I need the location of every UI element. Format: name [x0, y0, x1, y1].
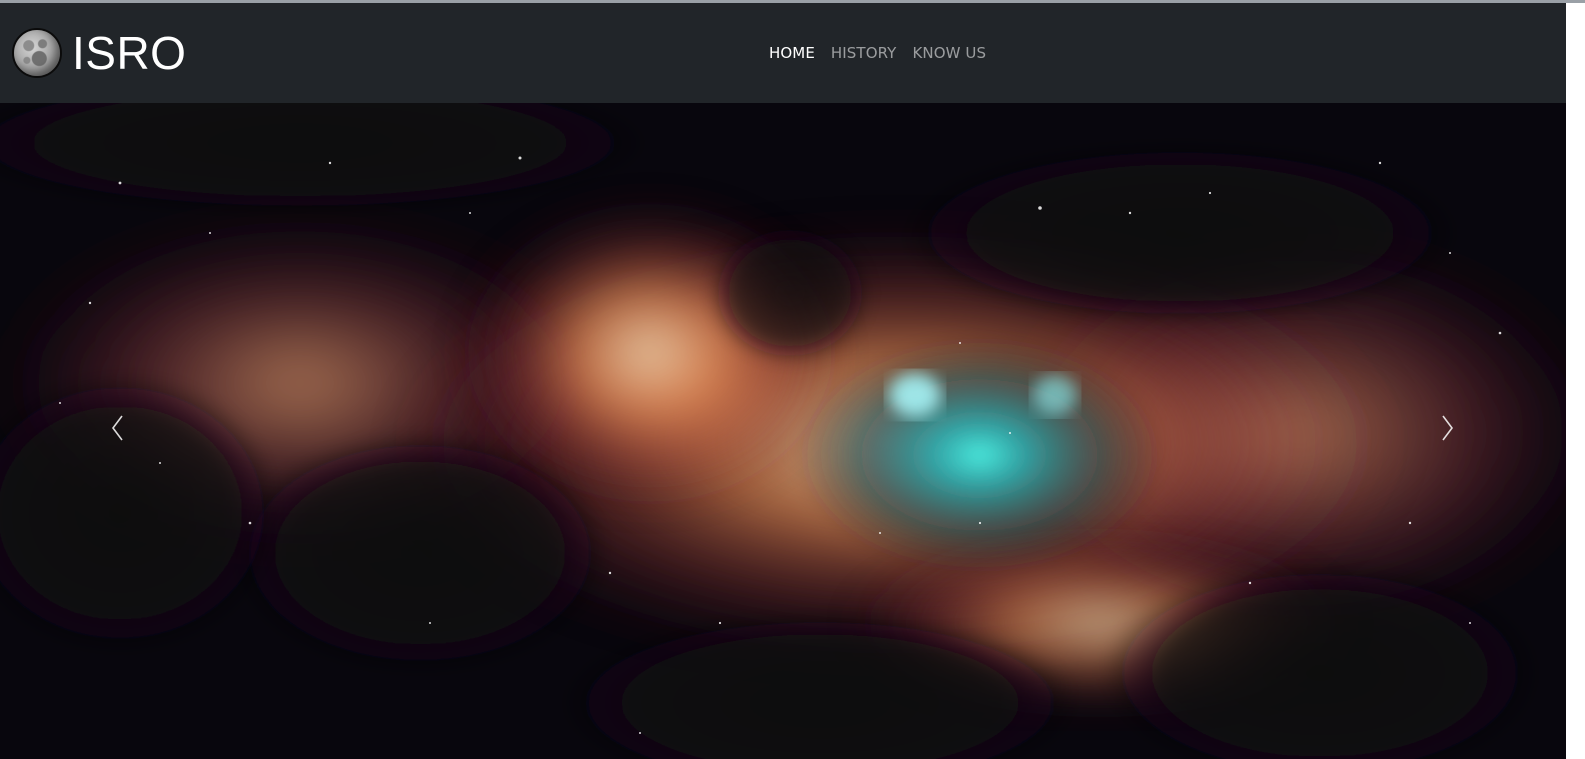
navbar: ISRO HOME HISTORY KNOW US	[0, 3, 1566, 103]
nav-item-know-us[interactable]: KNOW US	[904, 43, 994, 63]
scrollbar-gutter	[1566, 3, 1585, 759]
hero-carousel	[0, 103, 1566, 759]
nav-menu: HOME HISTORY KNOW US	[761, 43, 994, 63]
brand-name: ISRO	[72, 27, 187, 79]
moon-icon	[12, 28, 62, 78]
nav-item-history[interactable]: HISTORY	[823, 43, 905, 63]
page: ISRO HOME HISTORY KNOW US	[0, 0, 1585, 759]
nebula-image	[0, 103, 1566, 759]
chevron-left-icon	[112, 415, 123, 441]
nav-item-home[interactable]: HOME	[761, 43, 823, 63]
carousel-prev-button[interactable]	[88, 398, 148, 458]
carousel-next-button[interactable]	[1417, 398, 1477, 458]
brand-link[interactable]: ISRO	[12, 15, 186, 91]
chevron-right-icon	[1442, 415, 1453, 441]
